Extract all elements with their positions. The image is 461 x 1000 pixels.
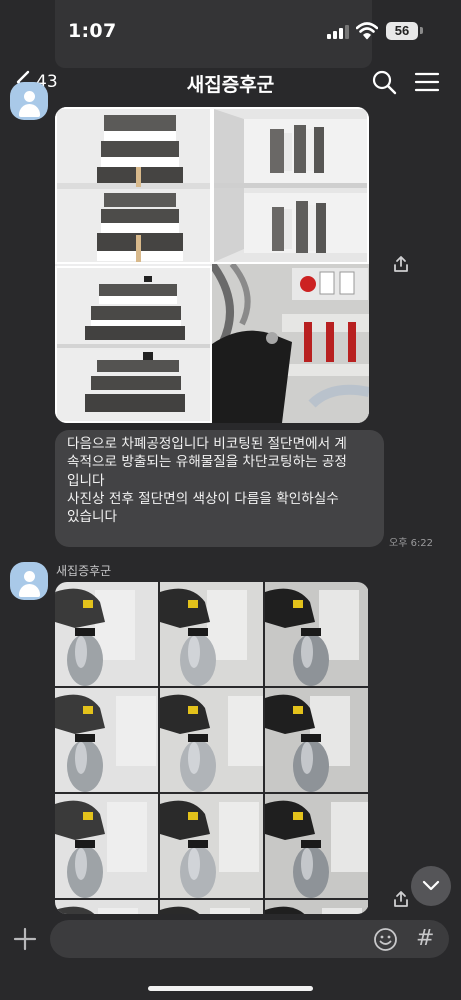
photo-thumbnail[interactable] <box>55 266 212 423</box>
photo-thumbnail[interactable] <box>55 582 158 686</box>
message-timestamp: 오후 6:22 <box>389 538 434 549</box>
message-line: 다음으로 차폐공정입니다 비코팅된 절단면에서 계 <box>67 436 347 452</box>
scroll-to-bottom-button[interactable] <box>411 866 451 906</box>
photo-thumbnail[interactable] <box>265 688 368 792</box>
chat-header: 43 새집증후군 <box>0 60 461 104</box>
wifi-icon <box>356 22 378 40</box>
plus-icon[interactable] <box>12 926 38 952</box>
photo-grid <box>55 107 369 423</box>
photo-thumbnail[interactable] <box>55 107 212 264</box>
photo-grid <box>55 582 369 914</box>
share-icon <box>394 891 408 907</box>
sender-avatar[interactable] <box>10 562 48 600</box>
chevron-down-icon <box>422 880 440 891</box>
hash-icon[interactable]: # <box>416 926 434 951</box>
photo-thumbnail[interactable] <box>160 900 263 914</box>
photo-thumbnail[interactable] <box>55 794 158 898</box>
photo-thumbnail[interactable] <box>160 688 263 792</box>
share-button[interactable] <box>388 886 414 912</box>
photo-thumbnail[interactable] <box>265 582 368 686</box>
photo-thumbnail[interactable] <box>160 794 263 898</box>
home-indicator <box>148 986 313 991</box>
photo-thumbnail[interactable] <box>212 264 369 423</box>
message-line: 사진상 전후 절단면의 색상이 다름을 확인하실수 <box>67 490 339 507</box>
sender-name: 새집증후군 <box>56 564 112 578</box>
search-icon[interactable] <box>370 68 398 96</box>
status-time: 1:07 <box>68 20 117 42</box>
battery-indicator: 56 <box>386 22 418 40</box>
hamburger-menu-icon[interactable] <box>413 68 441 96</box>
share-button[interactable] <box>388 251 414 277</box>
cellular-signal-icon <box>327 25 349 39</box>
photo-thumbnail[interactable] <box>160 582 263 686</box>
photo-thumbnail[interactable] <box>265 900 368 914</box>
message-line: 속적으로 방출되는 유해물질을 차단코팅하는 공정 <box>67 454 347 471</box>
message-line: 입니다 <box>67 472 105 489</box>
photo-thumbnail[interactable] <box>212 107 369 264</box>
battery-tip <box>420 27 423 34</box>
photo-thumbnail[interactable] <box>55 688 158 792</box>
message-bubble[interactable]: 다음으로 차폐공정입니다 비코팅된 절단면에서 계 속적으로 방출되는 유해물질… <box>55 430 384 547</box>
message-input-bar: # <box>0 914 461 1000</box>
photo-thumbnail[interactable] <box>55 900 158 914</box>
sender-avatar[interactable] <box>10 82 48 120</box>
status-bar: 1:07 56 <box>0 0 461 62</box>
photo-thumbnail[interactable] <box>265 794 368 898</box>
message-line: 있습니다 <box>67 509 118 526</box>
share-icon <box>394 256 408 272</box>
emoji-icon[interactable] <box>373 927 398 952</box>
